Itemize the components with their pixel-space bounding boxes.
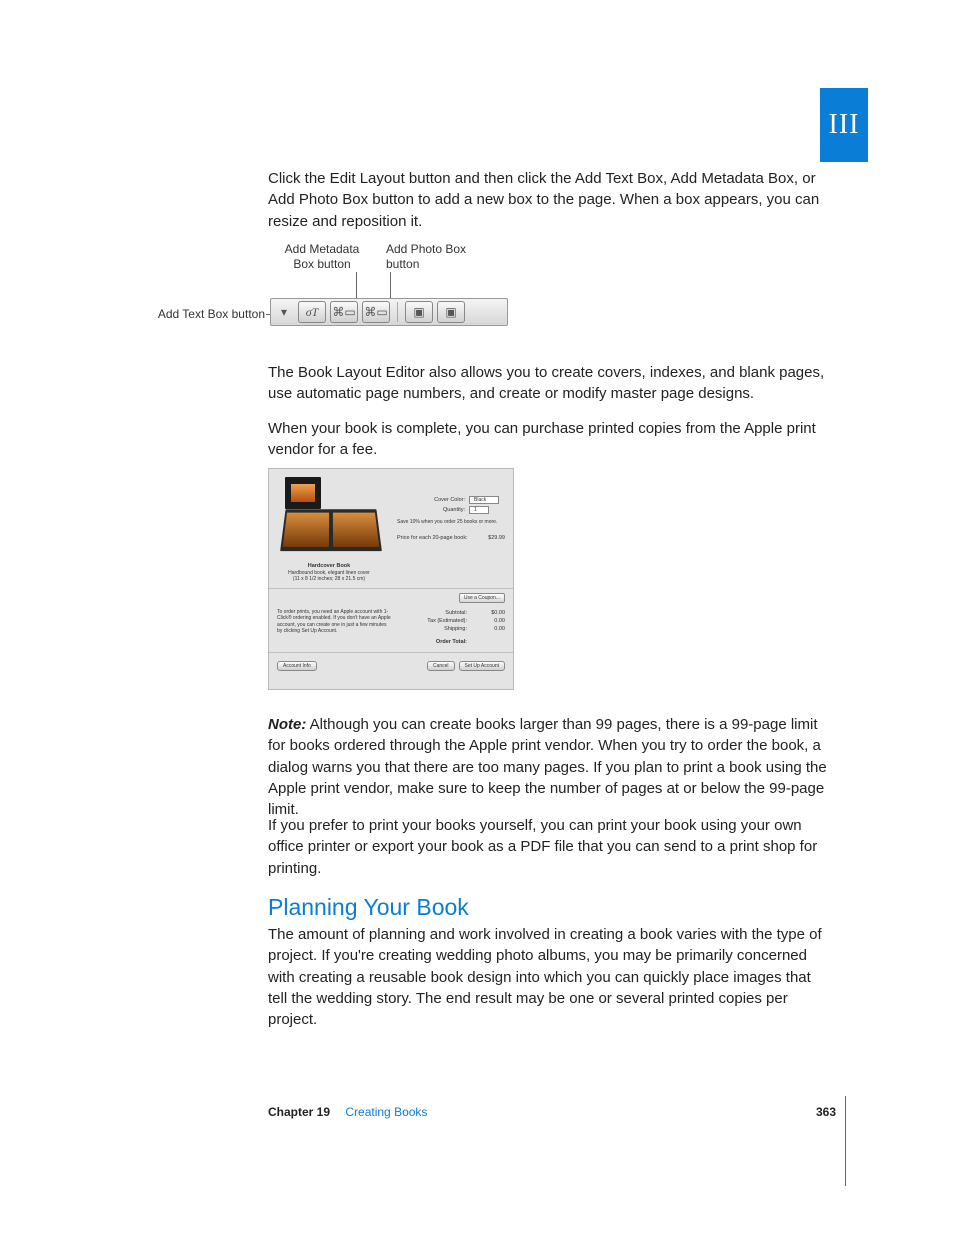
account-info-button[interactable]: Account Info <box>277 661 317 671</box>
subtotal-label: Subtotal: <box>445 610 467 616</box>
order-dialog-figure: Hardcover Book Hardbound book, elegant l… <box>268 468 514 690</box>
note-body: Although you can create books larger tha… <box>268 716 827 818</box>
metadata-icon: ⌘▭ <box>364 305 387 319</box>
photo-boxes-icon: ▣ <box>445 305 456 319</box>
shipping-value: 0.00 <box>479 626 505 632</box>
cover-color-select[interactable]: Black <box>469 496 499 504</box>
chapter-label: Chapter 19 <box>268 1105 330 1119</box>
cancel-button[interactable]: Cancel <box>427 661 455 671</box>
self-print-paragraph: If you prefer to print your books yourse… <box>268 815 832 879</box>
setup-account-button[interactable]: Set Up Account <box>459 661 505 671</box>
book-preview <box>275 475 383 555</box>
text-icon: σT <box>306 305 319 320</box>
intro-paragraph: Click the Edit Layout button and then cl… <box>268 168 832 232</box>
section-heading: Planning Your Book <box>268 894 469 921</box>
toolbar-bar: ▾ σT ⌘▭ ⌘▭ ▣ ▣ <box>270 298 508 326</box>
quantity-input[interactable]: 1 <box>469 506 489 514</box>
add-text-box-button[interactable]: σT <box>298 301 326 323</box>
add-photo-box-button[interactable]: ▣ <box>405 301 433 323</box>
product-sub2: (11 x 8 1/2 inches; 28 x 21.5 cm) <box>293 576 365 582</box>
unit-price: $29.99 <box>488 535 505 541</box>
order-total-label: Order Total: <box>436 639 467 645</box>
book-cover-thumb <box>285 477 321 509</box>
add-metadata-box-button-alt[interactable]: ⌘▭ <box>362 301 390 323</box>
cover-color-label: Cover Color: <box>397 497 469 503</box>
order-total-value <box>479 639 505 645</box>
note-label: Note: <box>268 716 306 733</box>
planning-paragraph: The amount of planning and work involved… <box>268 924 832 1030</box>
callout-add-text-box: Add Text Box button <box>150 307 265 322</box>
book-spread-thumb <box>280 509 382 551</box>
metadata-icon: ⌘▭ <box>332 305 355 319</box>
chapter-title: Creating Books <box>345 1105 427 1119</box>
product-title: Hardcover Book <box>288 563 370 570</box>
note-paragraph: Note: Although you can create books larg… <box>268 714 832 820</box>
use-coupon-button[interactable]: Use a Coupon... <box>459 593 505 603</box>
popup-arrow-icon: ▾ <box>273 305 295 319</box>
account-note: To order prints, you need an Apple accou… <box>277 593 393 648</box>
part-number: III <box>829 109 860 141</box>
tax-value: 0.00 <box>479 618 505 624</box>
part-tab: III <box>820 88 868 162</box>
purchase-paragraph: When your book is complete, you can purc… <box>268 418 832 461</box>
add-photo-box-button-alt[interactable]: ▣ <box>437 301 465 323</box>
page-footer: Chapter 19 Creating Books 363 <box>268 1105 836 1119</box>
callout-add-photo-box: Add Photo Box button <box>386 242 474 272</box>
unit-price-label: Price for each 20-page book: <box>397 535 468 541</box>
toolbar-figure: Add Text Box button Add Metadata Box but… <box>150 242 550 342</box>
tax-label: Tax (Estimated): <box>427 618 467 624</box>
editor-features-paragraph: The Book Layout Editor also allows you t… <box>268 362 832 405</box>
page-number: 363 <box>816 1105 836 1119</box>
subtotal-value: $0.00 <box>479 610 505 616</box>
callout-add-metadata-box: Add Metadata Box button <box>278 242 366 272</box>
quantity-label: Quantity: <box>397 507 469 513</box>
photo-box-icon: ▣ <box>413 305 424 319</box>
footer-rule <box>845 1096 846 1186</box>
shipping-label: Shipping: <box>444 626 467 632</box>
add-metadata-box-button[interactable]: ⌘▭ <box>330 301 358 323</box>
bulk-save-note: Save 10% when you order 25 books or more… <box>397 519 505 525</box>
